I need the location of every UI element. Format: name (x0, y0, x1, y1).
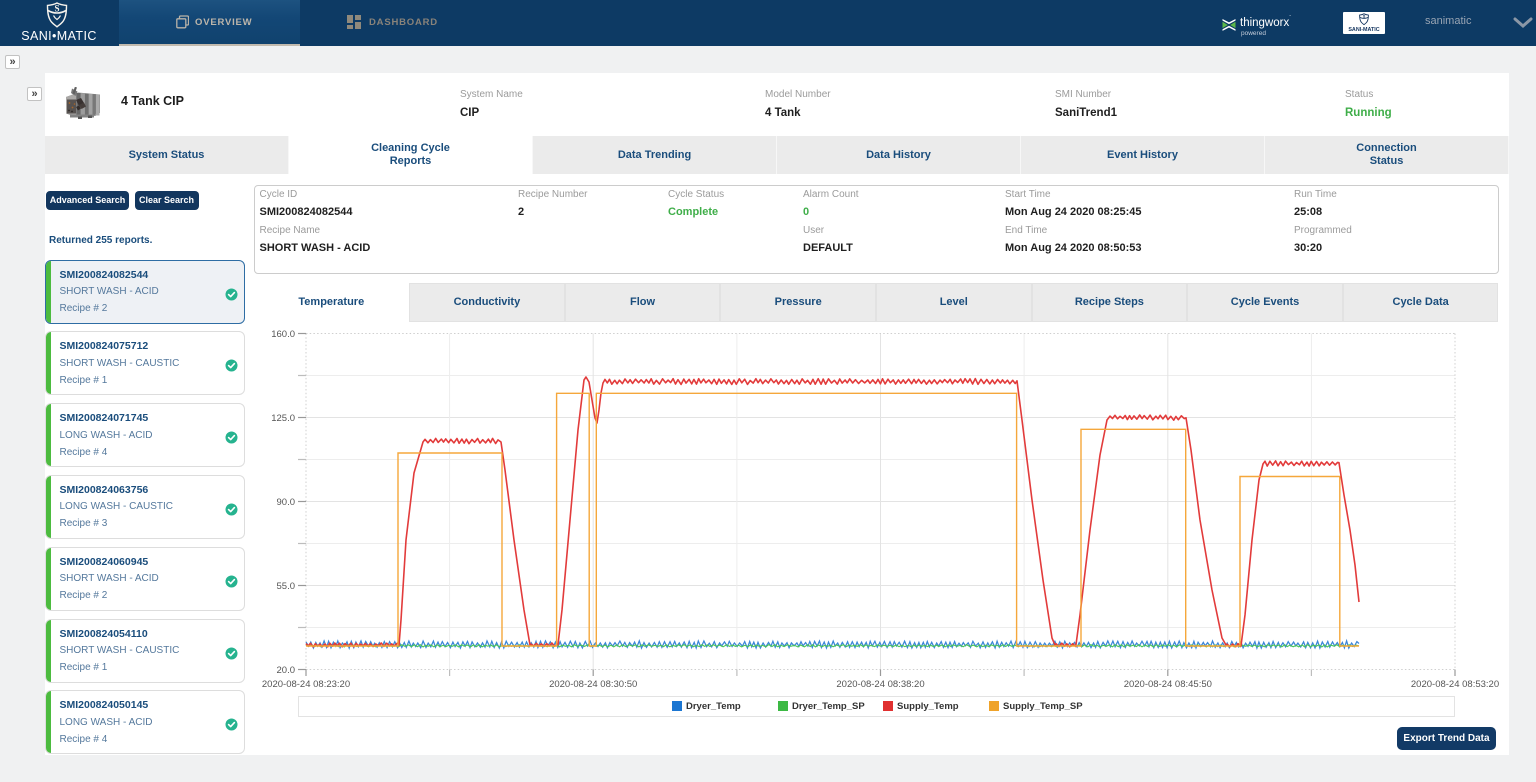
svg-text:S: S (1363, 14, 1366, 19)
svg-text:55.0: 55.0 (277, 581, 296, 592)
svg-text:S: S (54, 4, 59, 14)
svg-text:2020-08-24 08:45:50: 2020-08-24 08:45:50 (1124, 679, 1212, 690)
svg-text:SANI-MATIC: SANI-MATIC (1348, 27, 1379, 33)
svg-text:2020-08-24 08:30:50: 2020-08-24 08:30:50 (549, 679, 637, 690)
svg-text:160.0: 160.0 (271, 329, 295, 340)
svg-text:2020-08-24 08:38:20: 2020-08-24 08:38:20 (836, 679, 924, 690)
svg-text:2020-08-24 08:23:20: 2020-08-24 08:23:20 (262, 679, 350, 690)
svg-text:125.0: 125.0 (271, 413, 295, 424)
svg-text:90.0: 90.0 (277, 497, 296, 508)
svg-text:2020-08-24 08:53:20: 2020-08-24 08:53:20 (1411, 679, 1499, 690)
svg-text:20.0: 20.0 (277, 665, 296, 676)
